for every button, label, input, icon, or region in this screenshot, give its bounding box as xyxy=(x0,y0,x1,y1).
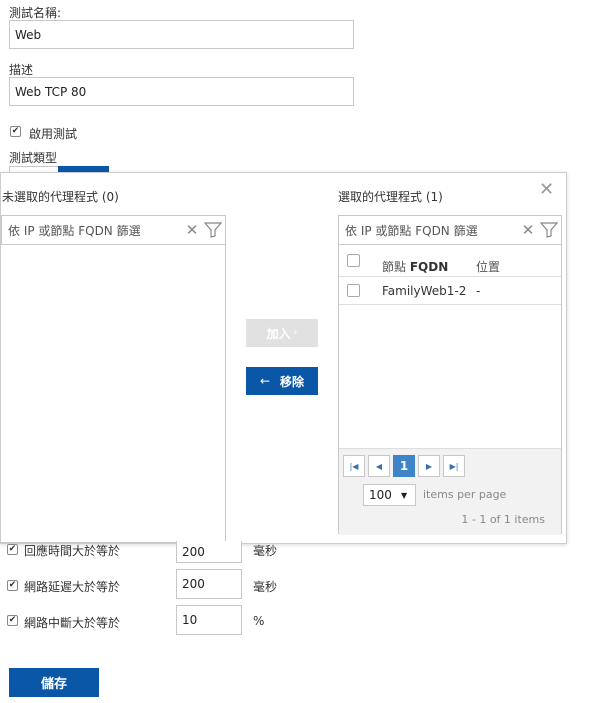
remove-button-label: 移除 xyxy=(280,374,305,389)
description-input[interactable]: Web TCP 80 xyxy=(9,77,354,106)
close-icon[interactable]: ✕ xyxy=(539,181,554,199)
threshold-input[interactable]: 200 xyxy=(176,541,242,563)
threshold-label: 網路延遲大於等於 xyxy=(24,580,121,594)
page-size-value: 100 xyxy=(369,488,392,502)
arrow-left-icon: ← xyxy=(259,374,271,388)
save-button[interactable]: 儲存 xyxy=(9,668,99,697)
threshold-label: 回應時間大於等於 xyxy=(24,544,121,558)
threshold-input[interactable]: 10 xyxy=(176,605,242,635)
row-node-fqdn: FamilyWeb1-2 xyxy=(382,284,467,298)
description-label: 描述 xyxy=(9,63,34,77)
page-1-button[interactable]: 1 xyxy=(393,455,415,477)
last-page-icon[interactable]: ▶| xyxy=(443,455,465,477)
grid-header: 節點 FQDN 位置 xyxy=(339,245,561,277)
add-button-label: 加入 xyxy=(266,326,291,341)
filter-icon[interactable] xyxy=(201,222,225,238)
selected-filter-input[interactable]: 依 IP 或節點 FQDN 篩選 xyxy=(339,222,519,239)
clear-filter-icon[interactable]: ✕ xyxy=(183,221,201,239)
chevron-right-icon: › xyxy=(293,328,298,338)
threshold-checkbox[interactable]: ✔ xyxy=(7,615,18,626)
pager-summary: 1 - 1 of 1 items xyxy=(461,513,545,526)
row-checkbox[interactable] xyxy=(347,284,360,297)
threshold-checkbox[interactable]: ✔ xyxy=(7,544,18,555)
test-type-label: 測試類型 xyxy=(9,151,58,165)
enable-test-label: 啟用測試 xyxy=(29,127,78,141)
filter-icon[interactable] xyxy=(537,222,561,238)
items-per-page-label: items per page xyxy=(423,488,507,501)
selected-agents-grid: 節點 FQDN 位置 FamilyWeb1-2 - |◀ ◀ 1 ▶ ▶| 10… xyxy=(338,245,562,535)
column-node-prefix: 節點 xyxy=(382,260,410,274)
chevron-down-icon: ▼ xyxy=(401,490,408,500)
row-location: - xyxy=(476,284,481,298)
threshold-checkbox[interactable]: ✔ xyxy=(7,580,18,591)
threshold-label: 網路中斷大於等於 xyxy=(24,616,121,630)
threshold-unit: % xyxy=(253,614,265,628)
add-button[interactable]: 加入 › xyxy=(246,319,318,347)
unselected-filter-input[interactable]: 依 IP 或節點 FQDN 篩選 xyxy=(2,222,183,239)
threshold-unit: 毫秒 xyxy=(253,544,278,558)
grid-pager: |◀ ◀ 1 ▶ ▶| 100 ▼ items per page 1 - 1 o… xyxy=(339,448,561,535)
prev-page-icon[interactable]: ◀ xyxy=(368,455,390,477)
threshold-unit: 毫秒 xyxy=(253,580,278,594)
remove-button[interactable]: ← 移除 xyxy=(246,367,318,395)
unselected-agents-list[interactable] xyxy=(1,245,226,543)
column-location[interactable]: 位置 xyxy=(476,258,500,275)
unselected-filter[interactable]: 依 IP 或節點 FQDN 篩選 ✕ xyxy=(1,215,226,245)
table-row[interactable]: FamilyWeb1-2 - xyxy=(339,277,561,305)
selected-filter[interactable]: 依 IP 或節點 FQDN 篩選 ✕ xyxy=(338,215,562,245)
page-size-select[interactable]: 100 ▼ xyxy=(363,484,416,506)
column-node-bold: FQDN xyxy=(409,260,449,274)
first-page-icon[interactable]: |◀ xyxy=(343,455,365,477)
enable-test-checkbox[interactable]: ✔ xyxy=(10,126,21,137)
test-name-label: 測試名稱: xyxy=(9,6,62,20)
unselected-agents-title: 未選取的代理程式 (0) xyxy=(2,190,119,204)
agent-selection-dialog: 未選取的代理程式 (0) 選取的代理程式 (1) ✕ 依 IP 或節點 FQDN… xyxy=(0,172,567,544)
next-page-icon[interactable]: ▶ xyxy=(418,455,440,477)
column-node-fqdn[interactable]: 節點 FQDN xyxy=(382,258,448,275)
test-name-input[interactable]: Web xyxy=(9,20,354,49)
selected-agents-title: 選取的代理程式 (1) xyxy=(338,190,443,204)
clear-filter-icon[interactable]: ✕ xyxy=(519,221,537,239)
select-all-checkbox[interactable] xyxy=(347,254,360,267)
threshold-input[interactable]: 200 xyxy=(176,569,242,599)
